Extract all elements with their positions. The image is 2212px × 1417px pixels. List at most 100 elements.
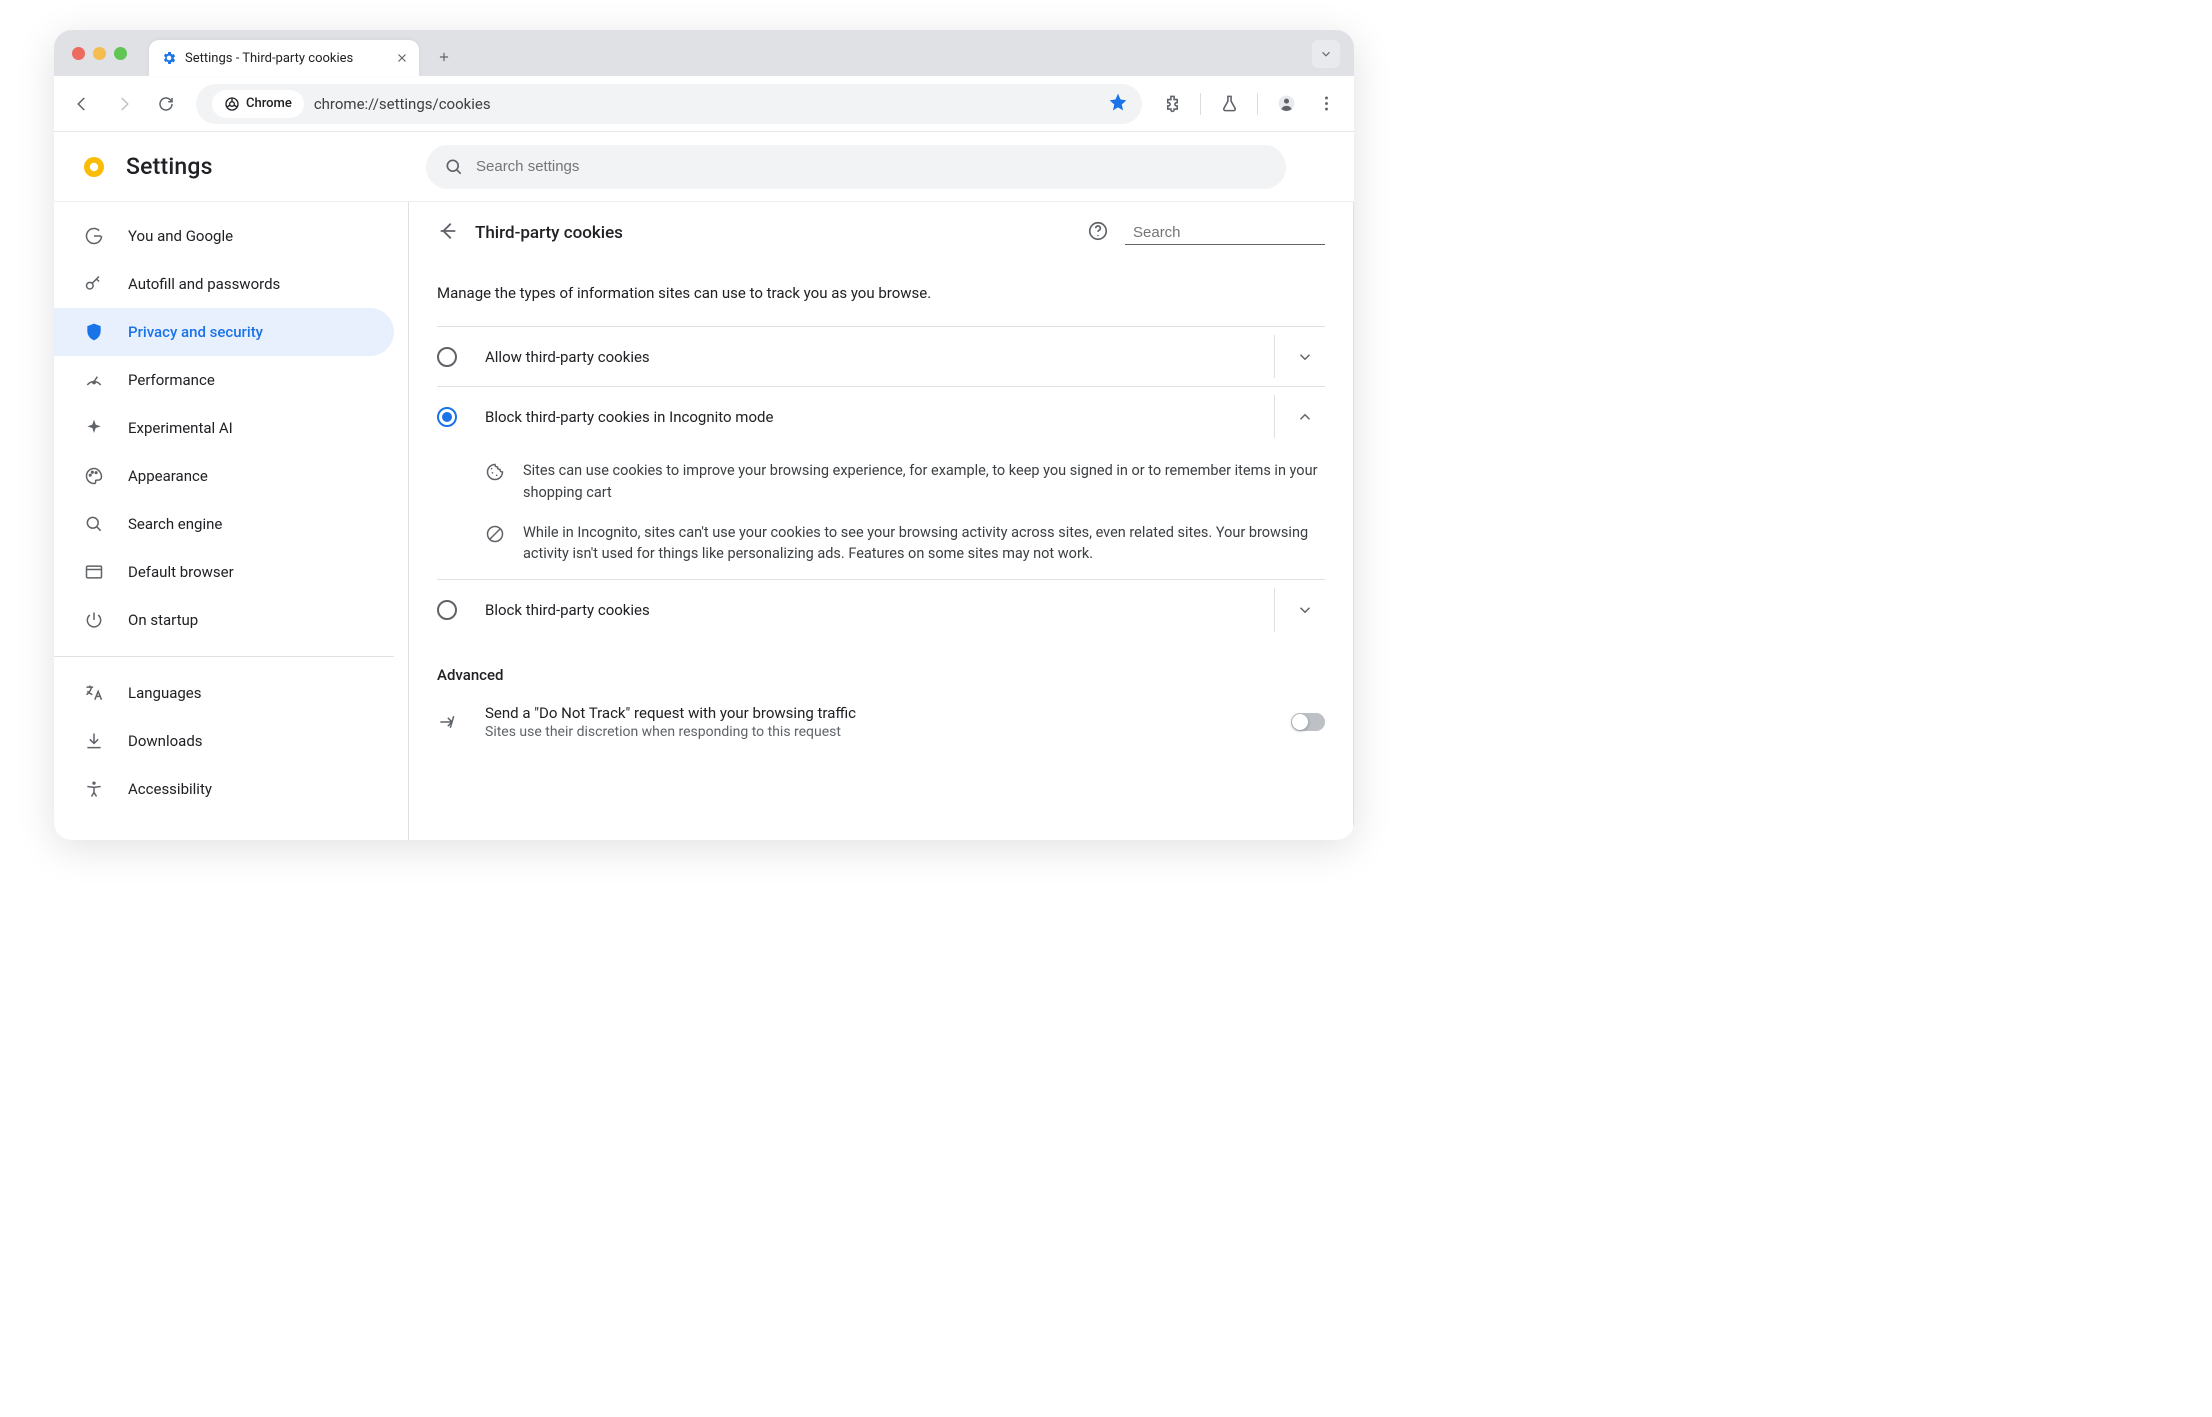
sidebar-item-experimental-ai[interactable]: Experimental AI [54, 404, 394, 452]
dnt-title: Send a "Do Not Track" request with your … [485, 704, 1291, 722]
help-button[interactable] [1087, 220, 1109, 246]
close-tab-icon[interactable] [395, 51, 409, 65]
speedometer-icon [84, 370, 104, 390]
sidebar-item-default-browser[interactable]: Default browser [54, 548, 394, 596]
sidebar-item-you-and-google[interactable]: You and Google [54, 212, 394, 260]
separator [1200, 93, 1201, 115]
option-label: Allow third-party cookies [485, 348, 1274, 366]
sidebar-item-label: Privacy and security [128, 323, 263, 341]
site-identity-chip[interactable]: Chrome [212, 90, 304, 118]
panel-search-input[interactable] [1133, 224, 1332, 241]
radio-unchecked[interactable] [437, 600, 457, 620]
panel-title: Third-party cookies [475, 223, 1071, 243]
power-icon [84, 610, 104, 630]
expand-button[interactable] [1285, 590, 1325, 630]
page-title: Settings [126, 153, 213, 180]
dnt-text: Send a "Do Not Track" request with your … [485, 704, 1291, 740]
option-allow-third-party[interactable]: Allow third-party cookies [437, 326, 1325, 386]
chrome-logo-icon [82, 155, 106, 179]
settings-body: You and Google Autofill and passwords Pr… [54, 202, 1354, 840]
do-not-track-row[interactable]: Send a "Do Not Track" request with your … [437, 694, 1325, 750]
sparkle-icon [84, 418, 104, 438]
settings-header: Settings [54, 132, 1354, 202]
traffic-lights [72, 30, 149, 76]
browser-toolbar: Chrome chrome://settings/cookies [54, 76, 1354, 132]
separator [1274, 395, 1275, 438]
dnt-icon [437, 712, 457, 732]
accessibility-icon [84, 779, 104, 799]
browser-window-icon [84, 562, 104, 582]
minimize-window-button[interactable] [93, 47, 106, 60]
key-icon [84, 274, 104, 294]
radio-unchecked[interactable] [437, 347, 457, 367]
radio-checked[interactable] [437, 407, 457, 427]
option-label: Block third-party cookies [485, 601, 1274, 619]
bookmark-star-button[interactable] [1108, 92, 1128, 116]
sidebar-item-downloads[interactable]: Downloads [54, 717, 394, 765]
chip-label: Chrome [246, 96, 292, 111]
tabs-dropdown-button[interactable] [1312, 40, 1340, 68]
dnt-toggle[interactable] [1291, 713, 1325, 731]
shield-icon [84, 322, 104, 342]
option-detail-panel: Sites can use cookies to improve your br… [437, 446, 1325, 580]
expand-button[interactable] [1285, 337, 1325, 377]
address-bar[interactable]: Chrome chrome://settings/cookies [196, 84, 1142, 124]
detail-row: While in Incognito, sites can't use your… [485, 522, 1325, 566]
separator [1274, 588, 1275, 632]
menu-button[interactable] [1308, 86, 1344, 122]
browser-tab[interactable]: Settings - Third-party cookies [149, 40, 419, 76]
url-text: chrome://settings/cookies [314, 95, 491, 113]
labs-button[interactable] [1211, 86, 1247, 122]
settings-search-bar[interactable] [426, 145, 1286, 189]
back-button[interactable] [64, 86, 100, 122]
tab-bar: Settings - Third-party cookies [54, 30, 1354, 76]
sidebar-item-appearance[interactable]: Appearance [54, 452, 394, 500]
collapse-button[interactable] [1285, 397, 1325, 437]
chevron-down-icon [1296, 601, 1314, 619]
search-icon [444, 157, 464, 177]
sidebar-item-label: Autofill and passwords [128, 275, 280, 293]
option-block-incognito[interactable]: Block third-party cookies in Incognito m… [437, 386, 1325, 446]
cookie-icon [485, 462, 505, 482]
sidebar-item-label: Downloads [128, 732, 203, 750]
sidebar-item-label: Accessibility [128, 780, 212, 798]
panel-back-button[interactable] [437, 220, 459, 246]
maximize-window-button[interactable] [114, 47, 127, 60]
chrome-icon [224, 96, 240, 112]
sidebar-item-languages[interactable]: Languages [54, 669, 394, 717]
detail-text: While in Incognito, sites can't use your… [523, 522, 1325, 566]
forward-button[interactable] [106, 86, 142, 122]
sidebar-item-on-startup[interactable]: On startup [54, 596, 394, 644]
sidebar-item-label: You and Google [128, 227, 233, 245]
sidebar-item-label: Default browser [128, 563, 234, 581]
new-tab-button[interactable] [429, 42, 459, 72]
separator [1274, 335, 1275, 378]
profile-button[interactable] [1268, 86, 1304, 122]
section-advanced-label: Advanced [437, 666, 1325, 684]
settings-sidebar: You and Google Autofill and passwords Pr… [54, 202, 408, 840]
sidebar-divider [54, 656, 394, 657]
settings-main-panel: Third-party cookies Manage the types of … [408, 202, 1354, 840]
reload-button[interactable] [148, 86, 184, 122]
option-block-all[interactable]: Block third-party cookies [437, 580, 1325, 640]
close-window-button[interactable] [72, 47, 85, 60]
panel-search-field[interactable] [1125, 222, 1325, 245]
download-icon [84, 731, 104, 751]
block-icon [485, 524, 505, 544]
panel-description: Manage the types of information sites ca… [437, 284, 1325, 302]
sidebar-item-accessibility[interactable]: Accessibility [54, 765, 394, 813]
sidebar-item-autofill[interactable]: Autofill and passwords [54, 260, 394, 308]
search-icon [84, 514, 104, 534]
chevron-up-icon [1296, 408, 1314, 426]
settings-search-input[interactable] [476, 158, 1268, 175]
palette-icon [84, 466, 104, 486]
sidebar-item-label: Experimental AI [128, 419, 233, 437]
sidebar-item-search-engine[interactable]: Search engine [54, 500, 394, 548]
sidebar-item-performance[interactable]: Performance [54, 356, 394, 404]
extensions-button[interactable] [1154, 86, 1190, 122]
sidebar-item-label: On startup [128, 611, 198, 629]
sidebar-item-privacy[interactable]: Privacy and security [54, 308, 394, 356]
browser-window: Settings - Third-party cookies Chrome ch… [54, 30, 1354, 840]
chevron-down-icon [1319, 47, 1333, 61]
separator [1257, 93, 1258, 115]
